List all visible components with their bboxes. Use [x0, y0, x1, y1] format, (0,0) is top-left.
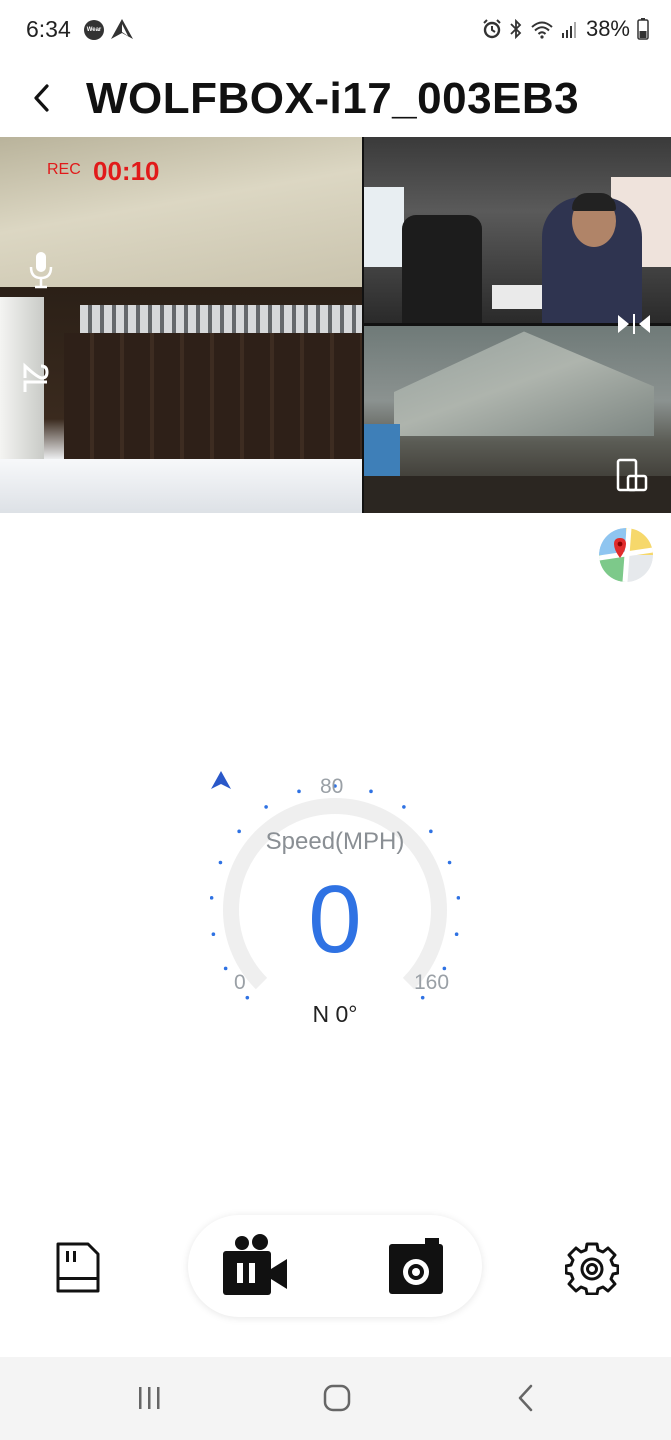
gear-icon	[565, 1242, 619, 1295]
map-button[interactable]	[599, 528, 653, 582]
battery-percent: 38%	[585, 16, 630, 41]
front-camera-scene-hood	[0, 459, 362, 513]
battery-icon	[637, 18, 649, 40]
gauge-tick-dot	[245, 995, 250, 1000]
page-title: WOLFBOX-i17_003EB3	[86, 74, 580, 123]
status-time: 6:34	[26, 16, 71, 42]
rec-timer: 00:10	[93, 156, 160, 186]
system-back-icon	[518, 1384, 533, 1412]
swap-view-icon[interactable]	[616, 312, 652, 336]
app-header: WOLFBOX-i17_003EB3	[0, 64, 671, 136]
rear-scene-tent	[394, 331, 654, 436]
cabin-scene-driver-hair	[572, 193, 616, 211]
record-pause-icon	[223, 1234, 287, 1295]
camera-preview-grid[interactable]: REC 00:10	[0, 137, 671, 513]
front-camera-view[interactable]	[0, 137, 362, 513]
status-icons: 38%	[482, 14, 649, 44]
status-bar: 6:34 Wear 38%	[0, 0, 671, 60]
system-back-button[interactable]	[506, 1381, 546, 1415]
home-icon	[323, 1384, 351, 1412]
gauge-tick-dot	[420, 995, 425, 1000]
home-button[interactable]	[317, 1381, 357, 1415]
cabin-scene-cloth	[492, 285, 542, 309]
bottom-toolbar	[0, 1215, 671, 1319]
cabin-camera-view[interactable]	[364, 137, 671, 323]
wear-icon: Wear	[84, 20, 104, 40]
sd-card-button[interactable]	[50, 1237, 106, 1299]
gauge-tick-dot	[264, 805, 268, 809]
back-icon	[34, 84, 49, 112]
gauge-tick-min: 0	[234, 971, 246, 994]
bluetooth-icon	[510, 19, 522, 39]
gauge-tick-dot	[369, 789, 373, 794]
camera-icon	[389, 1238, 443, 1294]
settings-button[interactable]	[563, 1239, 621, 1297]
heading-arrow-icon	[211, 771, 231, 789]
recent-apps-icon	[139, 1387, 160, 1409]
navigation-app-icon	[111, 19, 133, 39]
rotate-screen-icon[interactable]	[616, 458, 648, 492]
front-camera-scene-rail	[80, 305, 362, 335]
back-button[interactable]	[22, 78, 62, 118]
cabin-scene-seat	[402, 215, 482, 323]
gauge-tick-dot	[297, 789, 301, 794]
gauge-tick-dot	[402, 805, 406, 809]
front-camera-scene-gate	[64, 333, 362, 461]
speed-gauge: 80 Speed(MPH) 0 0 160 N 0°	[210, 770, 460, 1030]
system-navigation-bar	[0, 1357, 671, 1440]
map-icon	[599, 528, 653, 582]
signal-icon	[561, 22, 576, 38]
speed-label: Speed(MPH)	[265, 828, 405, 855]
record-pause-button[interactable]	[218, 1233, 292, 1299]
heading-text: N 0°	[312, 1001, 358, 1027]
alarm-icon	[483, 19, 501, 39]
speed-value: 0	[308, 866, 362, 973]
rec-label: REC	[47, 161, 81, 178]
gauge-tick-max: 160	[414, 971, 450, 994]
gauge-tick-mid: 80	[320, 775, 344, 798]
mic-icon[interactable]	[27, 250, 55, 290]
rear-scene-object	[364, 424, 400, 484]
snapshot-button[interactable]	[383, 1235, 449, 1299]
resolution-icon[interactable]	[14, 359, 54, 401]
wifi-icon	[531, 21, 553, 39]
sd-card-icon	[56, 1242, 100, 1293]
cabin-scene-window	[364, 187, 404, 267]
recent-apps-button[interactable]	[129, 1381, 169, 1415]
